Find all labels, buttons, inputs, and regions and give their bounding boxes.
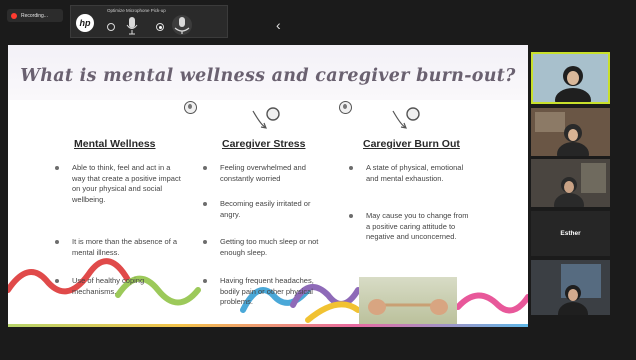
bullet-caregiver-stress-1: Feeling overwhelmed and constantly worri… [203,163,326,184]
slide-footer-strip [8,324,528,327]
globe-icon-2 [339,101,352,114]
participant-tile-esther[interactable]: Esther [531,211,610,256]
participant-avatar [533,54,608,102]
mic-option-radio-1[interactable] [107,23,115,31]
bullet-mental-wellness-3: Use of healthy coping mechanisms. [55,276,185,297]
heading-mental-wellness: Mental Wellness [74,138,156,150]
collapse-chevron-icon[interactable]: ‹ [276,17,281,33]
heading-caregiver-stress: Caregiver Stress [222,138,306,150]
group-mic-icon[interactable] [171,14,193,36]
slide-title: What is mental wellness and caregiver bu… [20,66,516,86]
recording-indicator[interactable]: Recording... [7,9,63,22]
hp-logo: hp [76,14,94,32]
tug-of-war-photo [359,277,457,327]
bullet-burn-out-2: May cause you to change from a positive … [349,211,472,243]
bullet-burn-out-1: A state of physical, emotional and menta… [349,163,472,184]
participant-name-esther: Esther [560,230,581,237]
recording-label: Recording... [21,12,48,19]
down-arrow-stress-icon [252,107,280,129]
participant-tile-5[interactable] [531,260,610,315]
participant-tile-1[interactable] [531,52,610,104]
heading-caregiver-burn-out: Caregiver Burn Out [363,138,460,150]
mic-option-radio-2[interactable] [156,23,164,31]
bullet-mental-wellness-1: Able to think, feel and act in a way tha… [55,163,185,205]
single-mic-icon[interactable] [126,16,138,36]
record-dot-icon [11,12,17,19]
down-arrow-burnout-icon [392,107,420,129]
participant-tile-2[interactable] [531,108,610,156]
bullet-caregiver-stress-4: Having frequent headaches, bodily pain o… [203,276,326,308]
participant-avatar [531,159,610,207]
participant-avatar [531,108,610,156]
participant-avatar [531,260,610,315]
microphone-toolbar-title: Optimize Microphone Pick-up [107,8,166,13]
bullet-mental-wellness-2: It is more than the absence of a mental … [55,237,185,258]
participant-tile-3[interactable] [531,159,610,207]
shared-slide: What is mental wellness and caregiver bu… [8,45,528,327]
globe-icon [184,101,197,114]
bullet-caregiver-stress-3: Getting too much sleep or not enough sle… [203,237,326,258]
microphone-toolbar: hp Optimize Microphone Pick-up ‹ [70,5,281,38]
bullet-caregiver-stress-2: Becoming easily irritated or angry. [203,199,326,220]
